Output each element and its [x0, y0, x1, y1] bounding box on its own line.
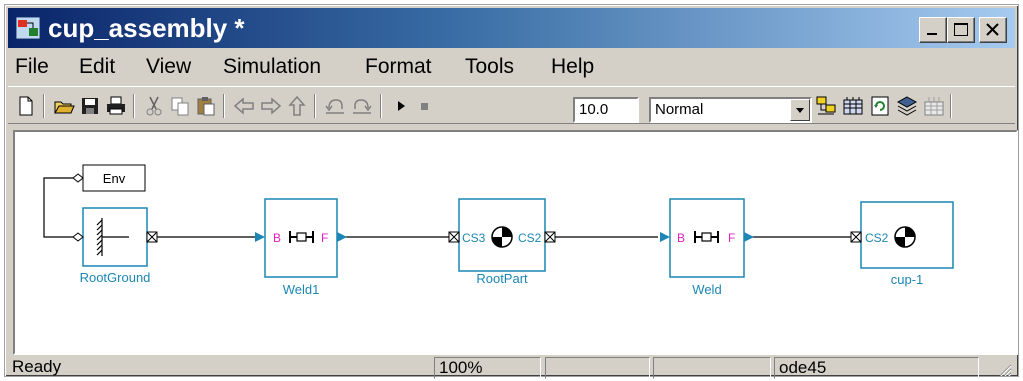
center-of-mass-icon: [491, 226, 513, 248]
menu-bar: File Edit View Simulation Format Tools H…: [8, 51, 1015, 83]
toolbar-separator: [133, 94, 135, 118]
menu-tools[interactable]: Tools: [465, 55, 514, 79]
model-explorer-icon[interactable]: [895, 94, 919, 118]
undo-icon[interactable]: [323, 94, 347, 118]
toolbar: [8, 86, 1015, 124]
minimize-button[interactable]: [919, 17, 947, 43]
dropdown-arrow-button[interactable]: [790, 99, 810, 121]
print-icon[interactable]: [104, 94, 128, 118]
conn-port-icon: [850, 231, 862, 243]
solver-name: ode45: [774, 357, 979, 379]
weld1-base-port-icon: [255, 232, 265, 242]
cup-label: cup-1: [891, 272, 924, 287]
root-part-label: RootPart: [476, 271, 528, 286]
weld1-block[interactable]: B F Weld1: [255, 198, 347, 297]
conn-port-icon: [544, 231, 556, 243]
resize-grip-icon[interactable]: [998, 363, 1012, 377]
toolbar-separator: [43, 94, 45, 118]
env-ground-connector[interactable]: [43, 177, 73, 238]
block-diagram: Env RootGround B F Weld1 CS3 CS2 RootPar…: [43, 164, 954, 297]
paste-icon[interactable]: [194, 94, 218, 118]
cup-port-cs2: CS2: [865, 231, 889, 245]
simulation-mode-select[interactable]: Normal: [649, 97, 812, 123]
title-bar[interactable]: cup_assembly *: [8, 8, 1015, 48]
forward-icon[interactable]: [259, 94, 283, 118]
menu-simulation[interactable]: Simulation: [223, 55, 321, 79]
save-icon[interactable]: [78, 94, 102, 118]
up-icon[interactable]: [285, 94, 309, 118]
toolbar-separator: [950, 94, 952, 118]
weld-block[interactable]: B F Weld: [660, 198, 754, 297]
status-cell-empty: [653, 357, 771, 379]
toolbar-separator: [223, 94, 225, 118]
weld-follower-port-icon: [744, 232, 754, 242]
maximize-button[interactable]: [947, 17, 975, 43]
root-ground-block[interactable]: RootGround: [72, 207, 158, 285]
open-icon[interactable]: [52, 94, 76, 118]
refresh-icon[interactable]: [868, 94, 892, 118]
root-ground-label: RootGround: [80, 270, 151, 285]
cup-block[interactable]: CS2 cup-1: [850, 201, 954, 287]
weld-port-f: F: [728, 231, 735, 245]
conn-port-icon: [146, 231, 158, 243]
redo-icon[interactable]: [350, 94, 374, 118]
toolbar-separator: [380, 94, 382, 118]
maximize-icon: [954, 23, 968, 36]
weld1-follower-port-icon: [337, 232, 347, 242]
build-icon[interactable]: [814, 94, 838, 118]
weld-port-b: B: [677, 231, 685, 245]
new-icon[interactable]: [14, 94, 38, 118]
simulation-mode-value: Normal: [655, 101, 704, 118]
weld1-port-b: B: [273, 231, 281, 245]
menu-file[interactable]: File: [15, 55, 49, 79]
copy-icon[interactable]: [168, 94, 192, 118]
menu-format[interactable]: Format: [365, 55, 432, 79]
stop-time-input[interactable]: 10.0: [573, 97, 639, 123]
chevron-down-icon: [796, 108, 804, 113]
menu-view[interactable]: View: [146, 55, 191, 79]
minimize-icon: [927, 33, 937, 35]
window-title: cup_assembly *: [48, 13, 245, 43]
back-icon[interactable]: [232, 94, 256, 118]
conn-port-icon: [448, 231, 460, 243]
menu-help[interactable]: Help: [551, 55, 594, 79]
zoom-level: 100%: [434, 357, 541, 379]
library-icon[interactable]: [841, 94, 865, 118]
env-port-icon: [72, 173, 84, 183]
diagram-canvas[interactable]: Env RootGround B F Weld1 CS3 CS2 RootPar…: [13, 130, 1018, 355]
env-block[interactable]: Env: [72, 164, 146, 192]
root-part-block[interactable]: CS3 CS2 RootPart: [448, 198, 556, 286]
close-icon: [986, 23, 999, 36]
simulink-model-icon: [15, 16, 41, 40]
weld-label: Weld: [692, 282, 721, 297]
root-part-port-cs2: CS2: [518, 231, 542, 245]
weld1-label: Weld1: [283, 282, 320, 297]
ground-port-icon: [72, 232, 84, 242]
weld1-port-f: F: [321, 231, 328, 245]
debugger-icon[interactable]: [922, 94, 946, 118]
play-icon[interactable]: [389, 94, 413, 118]
env-block-text: Env: [103, 171, 126, 186]
status-cell-empty: [545, 357, 650, 379]
stop-icon[interactable]: [413, 94, 437, 118]
cut-icon[interactable]: [142, 94, 166, 118]
root-part-port-cs3: CS3: [462, 231, 486, 245]
close-button[interactable]: [979, 17, 1007, 43]
toolbar-separator: [314, 94, 316, 118]
center-of-mass-icon: [894, 226, 916, 248]
menu-edit[interactable]: Edit: [79, 55, 115, 79]
model-window: cup_assembly * File Edit View Simulation…: [4, 4, 1019, 379]
status-text: Ready: [12, 357, 62, 376]
status-bar: Ready 100% ode45: [8, 357, 1015, 379]
weld-base-port-icon: [660, 232, 670, 242]
